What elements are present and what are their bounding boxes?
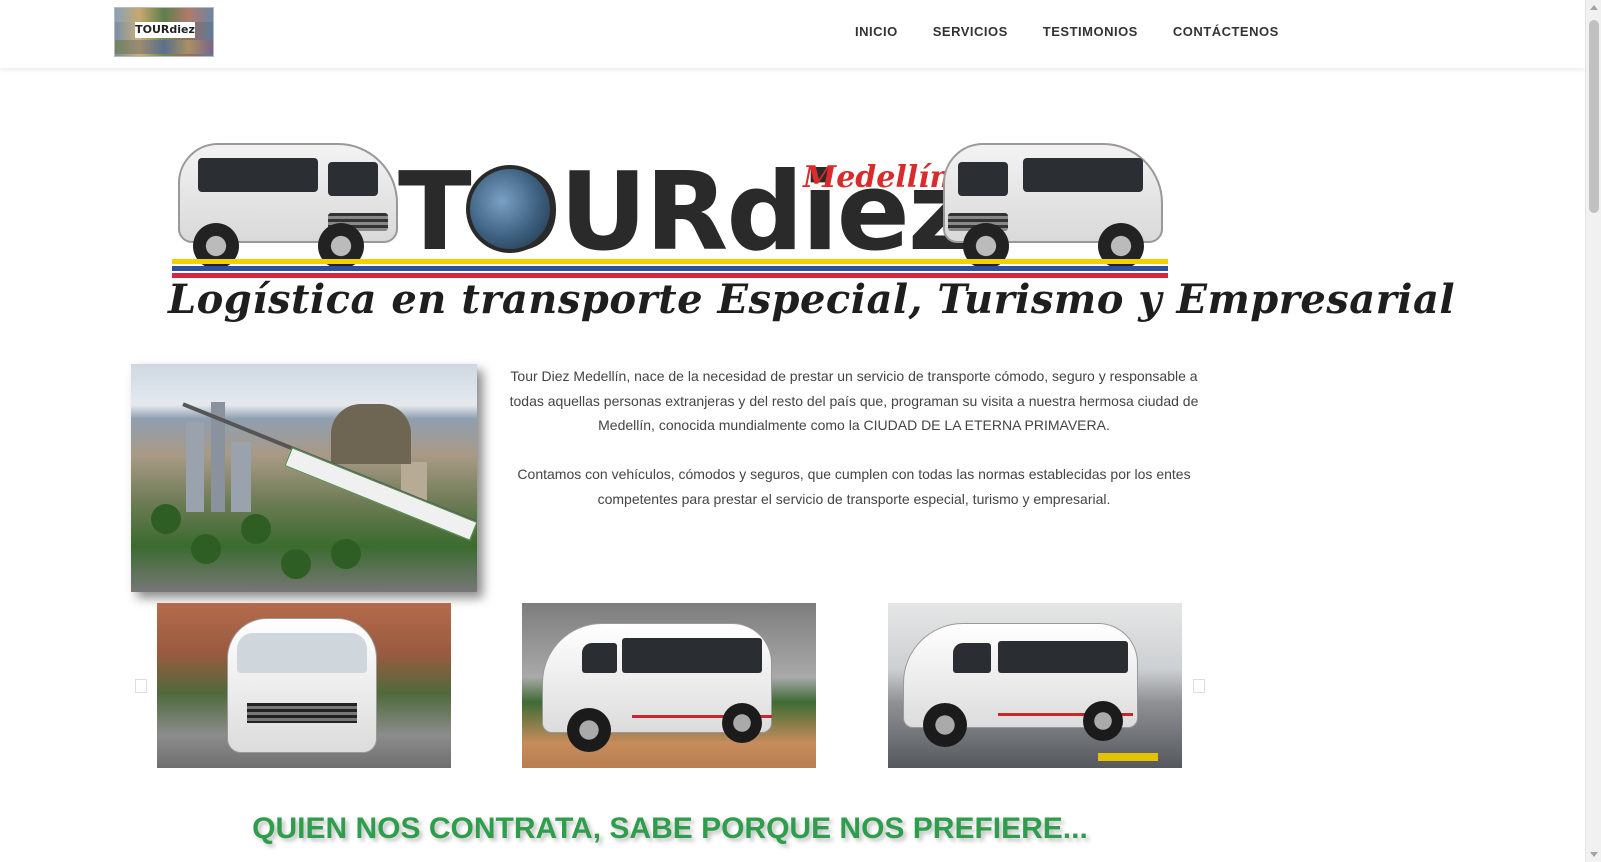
- scroll-up-arrow-icon[interactable]: [1590, 5, 1598, 10]
- gallery-photo-van-side[interactable]: [522, 603, 816, 768]
- logo-text: TOURdiez: [135, 22, 195, 38]
- page-scrollbar[interactable]: [1585, 0, 1601, 862]
- banner-van-left: [168, 128, 408, 273]
- intro-paragraph-2: Contamos con vehículos, cómodos y seguro…: [517, 466, 1191, 507]
- nav-testimonios[interactable]: TESTIMONIOS: [1043, 22, 1138, 42]
- scroll-down-arrow-icon[interactable]: [1590, 852, 1598, 857]
- flag-stripe-yellow: [172, 259, 1168, 264]
- scroll-thumb[interactable]: [1589, 20, 1599, 213]
- site-logo[interactable]: TOURdiez: [114, 7, 214, 57]
- gallery-photo-van-parked[interactable]: [888, 603, 1182, 768]
- flag-stripe-blue: [172, 266, 1168, 271]
- nav-contactenos[interactable]: CONTÁCTENOS: [1173, 22, 1279, 42]
- intro-text: Tour Diez Medellín, nace de la necesidad…: [494, 364, 1214, 536]
- intro-paragraph-1: Tour Diez Medellín, nace de la necesidad…: [509, 368, 1199, 433]
- medellin-city-photo: [131, 364, 477, 592]
- banner-slogan: Logística en transporte Especial, Turism…: [168, 276, 1456, 323]
- nav-servicios[interactable]: SERVICIOS: [933, 22, 1008, 42]
- site-header: TOURdiez INICIO SERVICIOS TESTIMONIOS CO…: [0, 0, 1585, 68]
- brand-banner: TOURdiez Medellín Logística en transport…: [168, 128, 1456, 343]
- banner-van-right: [933, 128, 1173, 273]
- globe-icon: [466, 165, 554, 253]
- main-nav: INICIO SERVICIOS TESTIMONIOS CONTÁCTENOS: [855, 22, 1314, 42]
- section-heading: QUIEN NOS CONTRATA, SABE PORQUE NOS PREF…: [252, 812, 1088, 845]
- banner-city-name: Medellín: [803, 160, 952, 195]
- gallery-next-arrow-icon[interactable]: [1193, 679, 1205, 693]
- nav-inicio[interactable]: INICIO: [855, 22, 898, 42]
- gallery-photo-van-front[interactable]: [157, 603, 451, 768]
- gallery-prev-arrow-icon[interactable]: [135, 679, 147, 693]
